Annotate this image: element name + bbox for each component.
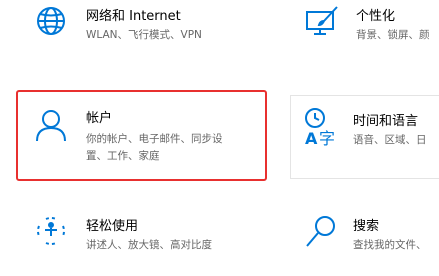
globe-icon (37, 7, 65, 35)
tile-description: 查找我的文件、 (353, 239, 427, 251)
tile-title: 时间和语言 (353, 114, 419, 129)
svg-text:A: A (305, 129, 318, 147)
tile-title: 搜索 (353, 219, 380, 234)
svg-text:字: 字 (319, 129, 335, 147)
clock-language-icon: A 字 (305, 108, 335, 147)
selection-highlight (16, 90, 267, 181)
tile-title: 轻松使用 (86, 219, 139, 234)
tile-description: 讲述人、放大镜、高对比度 (86, 239, 212, 251)
tile-personalization[interactable]: 个性化 背景、锁屏、颜 (290, 0, 439, 60)
tile-title: 个性化 (356, 9, 396, 24)
settings-home-grid: 网络和 Internet WLAN、飞行模式、VPN 个性化 背景、锁屏、颜 帐… (0, 0, 439, 276)
tile-search[interactable]: 搜索 查找我的文件、 (290, 208, 439, 268)
search-icon (306, 216, 335, 247)
tile-description: 背景、锁屏、颜 (356, 29, 430, 41)
tile-ease-of-access[interactable]: 轻松使用 讲述人、放大镜、高对比度 (20, 208, 270, 268)
tile-title: 网络和 Internet (86, 9, 181, 24)
tile-network-internet[interactable]: 网络和 Internet WLAN、飞行模式、VPN (20, 0, 270, 60)
tile-description: WLAN、飞行模式、VPN (86, 29, 202, 41)
ease-of-access-icon (37, 217, 65, 245)
monitor-brush-icon (306, 6, 338, 35)
tile-description: 语音、区域、日 (353, 134, 427, 146)
tile-time-language[interactable]: A 字 时间和语言 语音、区域、日 (290, 95, 439, 179)
